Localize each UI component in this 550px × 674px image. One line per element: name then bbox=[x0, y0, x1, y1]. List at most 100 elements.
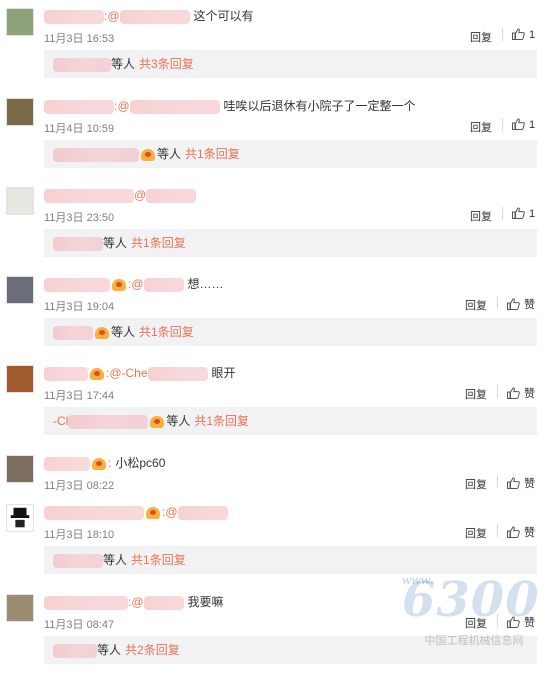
sub-reply-username[interactable] bbox=[53, 57, 111, 72]
avatar[interactable] bbox=[6, 365, 34, 393]
sub-reply-user[interactable]: -Cl bbox=[53, 414, 68, 428]
like-count: 1 bbox=[529, 29, 536, 41]
username[interactable] bbox=[44, 505, 144, 520]
username[interactable] bbox=[44, 277, 110, 292]
vip-badge-icon bbox=[141, 148, 155, 161]
comment-text: :@-Che 眼开 bbox=[44, 363, 236, 383]
comment-item: @11月3日 23:50 回复 1 等人 共1条回复 bbox=[0, 179, 550, 267]
like-button[interactable]: 1 bbox=[512, 28, 535, 41]
reply-button[interactable]: 回复 bbox=[470, 119, 492, 135]
mention-name[interactable] bbox=[177, 505, 228, 520]
avatar[interactable] bbox=[6, 8, 34, 36]
like-count: 赞 bbox=[524, 299, 535, 311]
sub-reply-suffix: 等人 bbox=[111, 325, 136, 339]
username[interactable] bbox=[44, 595, 128, 610]
reply-count-link[interactable]: 共1条回复 bbox=[131, 553, 186, 567]
comment-text: : 小松pc60 bbox=[44, 453, 165, 473]
comment-body: 这个可以有 bbox=[193, 9, 254, 23]
reply-count-link[interactable]: 共1条回复 bbox=[185, 147, 240, 161]
username[interactable] bbox=[44, 9, 104, 24]
reply-count-link[interactable]: 共1条回复 bbox=[131, 236, 186, 250]
thumbs-up-icon bbox=[507, 387, 520, 399]
like-button[interactable]: 1 bbox=[512, 118, 535, 131]
reply-button[interactable]: 回复 bbox=[470, 208, 492, 224]
avatar[interactable] bbox=[6, 187, 34, 215]
username[interactable] bbox=[44, 99, 114, 114]
timestamp: 11月3日 23:50 bbox=[44, 212, 115, 224]
sub-replies-box[interactable]: -Cl 等人 共1条回复 bbox=[44, 407, 537, 435]
sub-reply-username[interactable] bbox=[53, 553, 103, 568]
like-button[interactable]: 赞 bbox=[507, 524, 535, 540]
sub-replies-box[interactable]: 等人 共1条回复 bbox=[44, 318, 537, 346]
like-button[interactable]: 赞 bbox=[507, 475, 535, 491]
divider bbox=[497, 524, 498, 537]
like-button[interactable]: 1 bbox=[512, 207, 535, 220]
reply-count-link[interactable]: 共2条回复 bbox=[125, 643, 180, 657]
sub-reply-suffix: 等人 bbox=[111, 57, 136, 71]
sub-replies-box[interactable]: 等人 共3条回复 bbox=[44, 50, 537, 78]
mention-name[interactable] bbox=[119, 9, 190, 24]
reply-button[interactable]: 回复 bbox=[465, 476, 487, 492]
comment-item: :@-Che 眼开 11月3日 17:44 回复 赞 -Cl 等人 共1条回复 bbox=[0, 357, 550, 445]
sub-replies-summary: 等人 共1条回复 bbox=[53, 546, 186, 574]
reply-button[interactable]: 回复 bbox=[470, 29, 492, 45]
timestamp: 11月3日 08:47 bbox=[44, 619, 115, 631]
mention-link[interactable]: :@ bbox=[114, 99, 130, 113]
sub-reply-suffix: 等人 bbox=[166, 414, 191, 428]
mention-name[interactable] bbox=[146, 188, 197, 203]
reply-count-link[interactable]: 共3条回复 bbox=[139, 57, 194, 71]
avatar[interactable] bbox=[6, 276, 34, 304]
timestamp: 11月3日 16:53 bbox=[44, 33, 115, 45]
comment-body: 眼开 bbox=[211, 366, 236, 380]
avatar[interactable] bbox=[6, 504, 34, 532]
comment-item: :@ 哇唉以后退休有小院子了一定整一个 11月4日 10:59 回复 1 等人 共1条回复 bbox=[0, 90, 550, 178]
mention-link[interactable]: : bbox=[108, 456, 111, 470]
sub-reply-username[interactable] bbox=[53, 643, 97, 658]
like-button[interactable]: 赞 bbox=[507, 385, 535, 401]
comment-text: :@ 想…… bbox=[44, 274, 224, 294]
reply-count-link[interactable]: 共1条回复 bbox=[194, 414, 249, 428]
comment-item: :@ 这个可以有 11月3日 16:53 回复 1 等人 共3条回复 bbox=[0, 0, 550, 88]
avatar[interactable] bbox=[6, 594, 34, 622]
reply-button[interactable]: 回复 bbox=[465, 386, 487, 402]
like-button[interactable]: 赞 bbox=[507, 296, 535, 312]
sub-replies-box[interactable]: 等人 共1条回复 bbox=[44, 229, 537, 257]
thumbs-up-icon bbox=[507, 298, 520, 310]
comment-text: :@ bbox=[44, 502, 232, 522]
comment-text: @ bbox=[44, 185, 200, 205]
reply-count-link[interactable]: 共1条回复 bbox=[139, 325, 194, 339]
mention-name[interactable] bbox=[143, 595, 184, 610]
comment-text: :@ 我要嘛 bbox=[44, 592, 224, 612]
timestamp: 11月3日 19:04 bbox=[44, 301, 115, 313]
mention-link[interactable]: :@ bbox=[104, 9, 120, 23]
avatar[interactable] bbox=[6, 98, 34, 126]
mention-name[interactable] bbox=[147, 366, 208, 381]
mention-link[interactable]: @ bbox=[134, 188, 146, 202]
sub-replies-summary: 等人 共1条回复 bbox=[53, 140, 240, 168]
thumbs-up-icon bbox=[507, 477, 520, 489]
divider bbox=[502, 28, 503, 41]
timestamp: 11月3日 08:22 bbox=[44, 480, 115, 492]
comment-item: :@ 想…… 11月3日 19:04 回复 赞等人 共1条回复 bbox=[0, 268, 550, 356]
mention-name[interactable] bbox=[143, 277, 184, 292]
sub-reply-suffix: 等人 bbox=[157, 147, 182, 161]
mention-name[interactable] bbox=[129, 99, 220, 114]
avatar[interactable] bbox=[6, 455, 34, 483]
sub-reply-username[interactable] bbox=[53, 147, 139, 162]
sub-reply-username[interactable] bbox=[53, 325, 93, 340]
username[interactable] bbox=[44, 366, 88, 381]
username[interactable] bbox=[44, 188, 134, 203]
sub-replies-summary: 等人 共2条回复 bbox=[53, 636, 180, 664]
mention-link[interactable]: :@ bbox=[162, 505, 178, 519]
like-count: 赞 bbox=[524, 388, 535, 400]
username[interactable] bbox=[44, 456, 90, 471]
mention-link[interactable]: :@-Che bbox=[106, 366, 148, 380]
reply-button[interactable]: 回复 bbox=[465, 525, 487, 541]
like-count: 赞 bbox=[524, 527, 535, 539]
sub-replies-box[interactable]: 等人 共1条回复 bbox=[44, 140, 537, 168]
mention-link[interactable]: :@ bbox=[128, 595, 144, 609]
mention-link[interactable]: :@ bbox=[128, 277, 144, 291]
sub-reply-username[interactable] bbox=[68, 414, 149, 429]
sub-reply-username[interactable] bbox=[53, 236, 103, 251]
reply-button[interactable]: 回复 bbox=[465, 297, 487, 313]
